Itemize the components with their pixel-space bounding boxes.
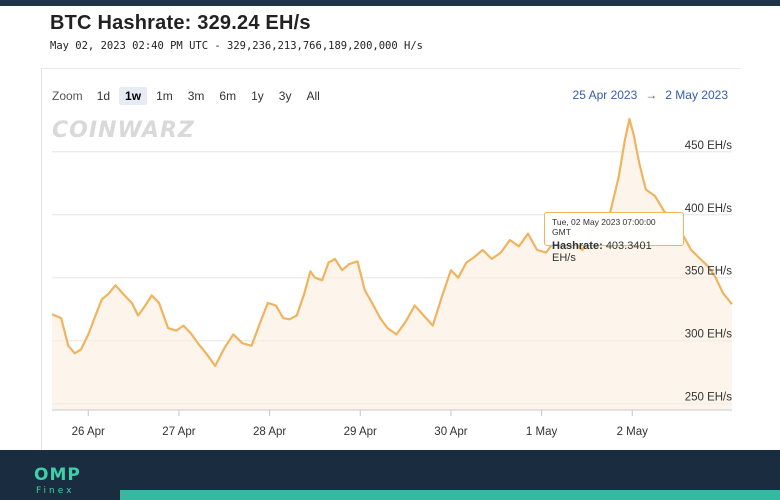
x-tick-label: 28 Apr <box>253 426 286 438</box>
finex-logo-text: Finex <box>36 486 75 496</box>
x-tick-label: 2 May <box>617 426 649 438</box>
hover-tooltip: Tue, 02 May 2023 07:00:00 GMT Hashrate: … <box>544 212 684 264</box>
x-tick-label: 1 May <box>526 426 558 438</box>
x-tick-label: 26 Apr <box>72 426 105 438</box>
x-tick-label: 30 Apr <box>434 426 467 438</box>
x-tick-label: 29 Apr <box>344 426 377 438</box>
y-tick-label: 450 EH/s <box>685 140 733 152</box>
omp-logo: OMP <box>34 465 81 485</box>
tooltip-value-line: Hashrate: 403.3401 EH/s <box>552 240 676 264</box>
x-tick-label: 27 Apr <box>162 426 195 438</box>
tooltip-date: Tue, 02 May 2023 07:00:00 GMT <box>552 217 656 237</box>
tooltip-label: Hashrate: <box>552 240 603 252</box>
y-tick-label: 350 EH/s <box>685 266 733 278</box>
series-area <box>52 119 732 410</box>
x-ticks: 26 Apr 27 Apr 28 Apr 29 Apr 30 Apr 1 May 2 May <box>72 410 649 438</box>
y-tick-label: 250 EH/s <box>685 392 733 404</box>
y-tick-label: 300 EH/s <box>685 329 733 341</box>
footer-accent-bar <box>120 490 780 500</box>
y-tick-label: 400 EH/s <box>685 203 733 215</box>
